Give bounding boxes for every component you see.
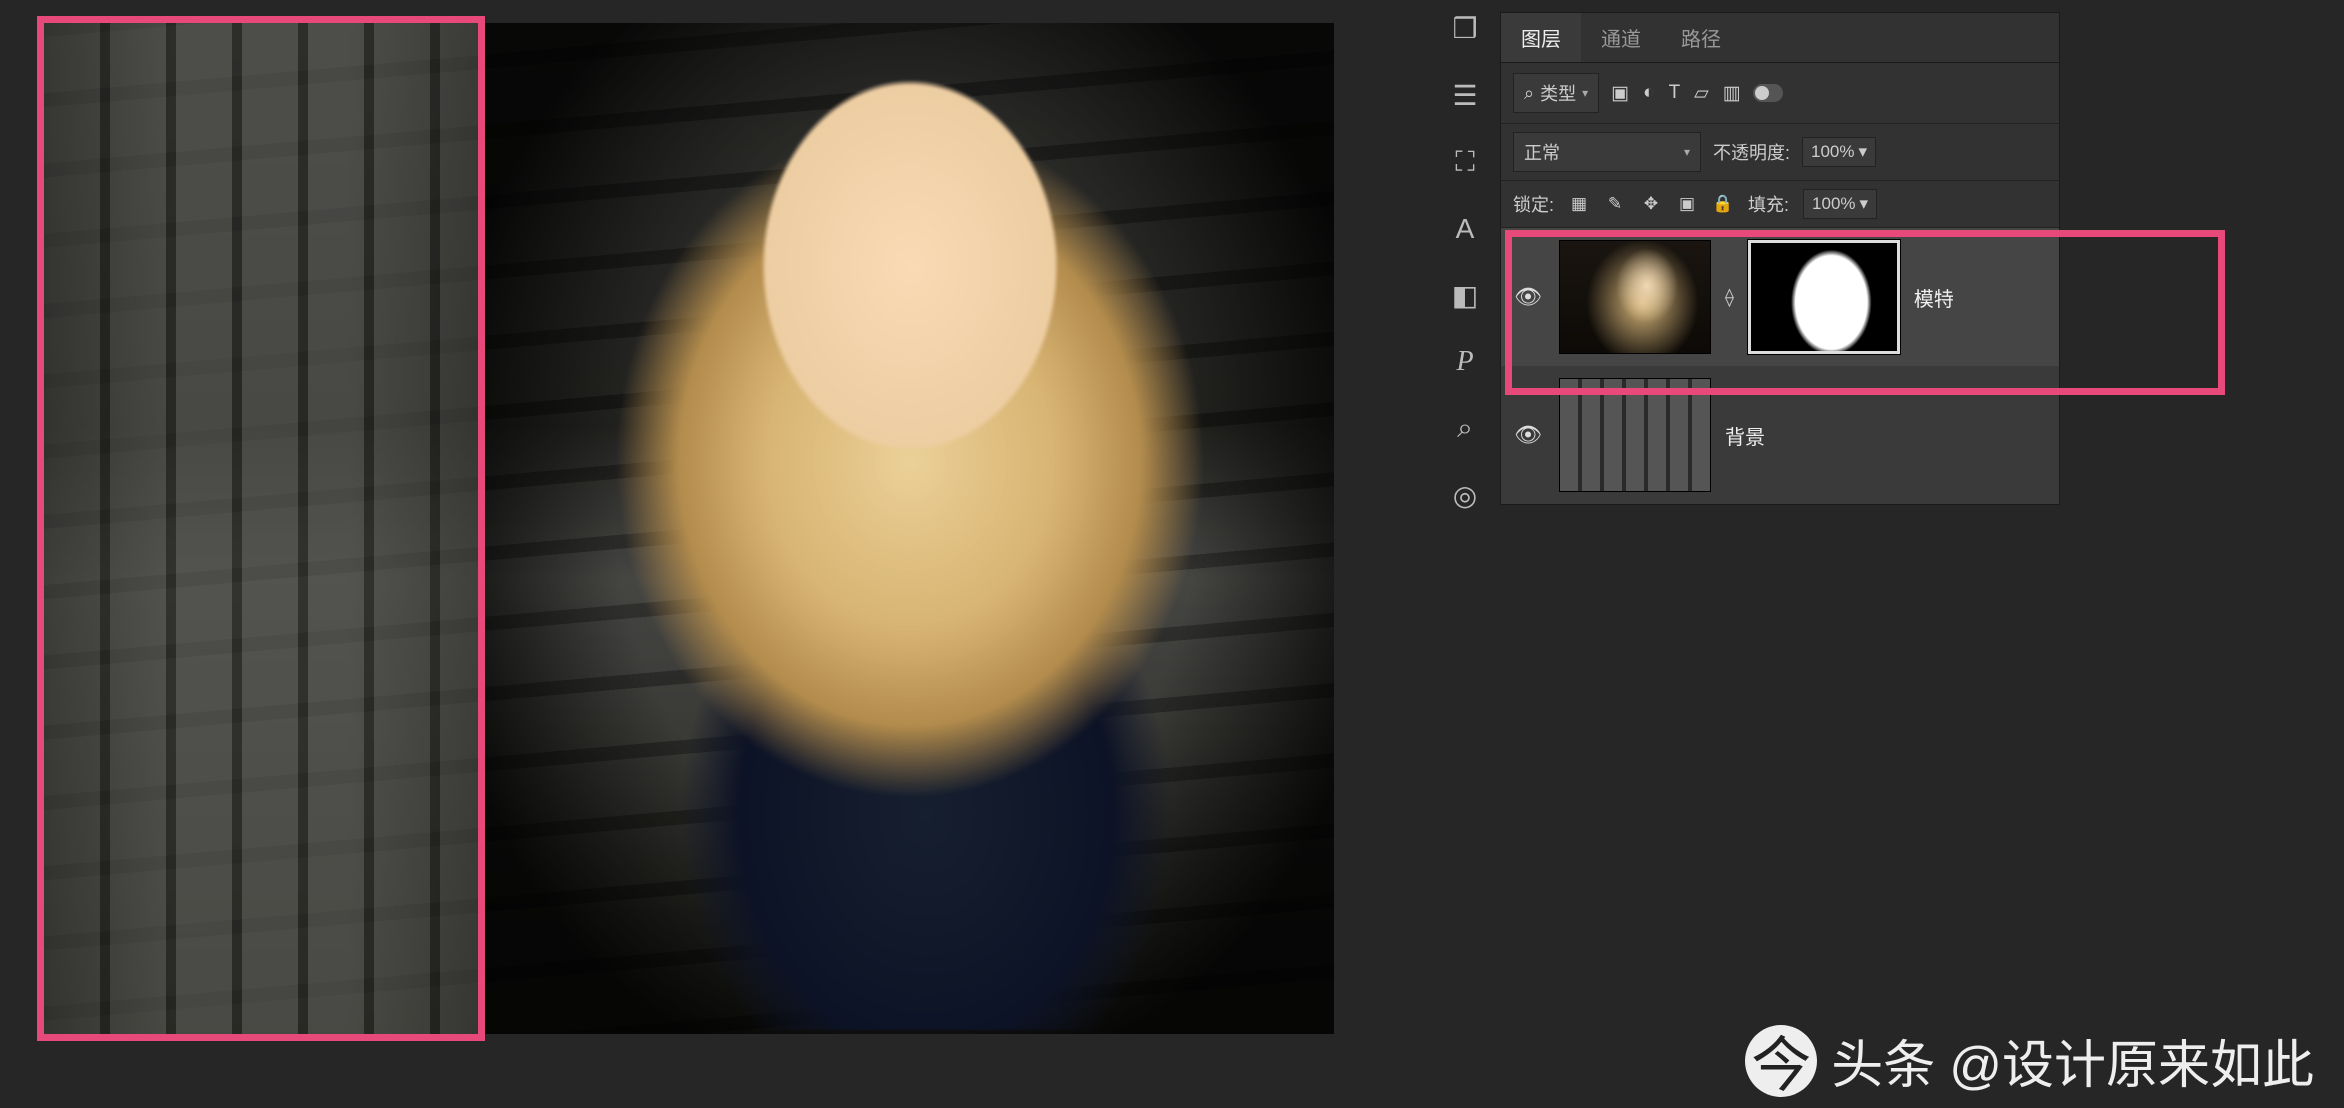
filter-icons: ▣ ◐ T ▱ ▥ — [1611, 82, 1741, 105]
layer-mask-thumbnail[interactable] — [1748, 240, 1900, 354]
filter-shape-icon[interactable]: ▱ — [1694, 82, 1709, 105]
blend-mode-dropdown[interactable]: 正常 ▾ — [1513, 132, 1701, 172]
mask-link-icon[interactable]: ⟠ — [1725, 287, 1734, 308]
watermark-logo-icon: 今 — [1745, 1025, 1817, 1097]
filter-pixel-icon[interactable]: ▣ — [1611, 82, 1629, 105]
layer-filter-row: ⌕ 类型 ▾ ▣ ◐ T ▱ ▥ — [1501, 63, 2059, 124]
cloud-icon[interactable]: ◎ — [1445, 479, 1485, 512]
lock-transparency-icon[interactable]: ▦ — [1568, 194, 1590, 214]
tab-layers[interactable]: 图层 — [1501, 13, 1581, 62]
chevron-down-icon: ▾ — [1582, 86, 1588, 100]
layer-thumbnail-background[interactable] — [1559, 378, 1711, 492]
opacity-value: 100% — [1811, 142, 1854, 162]
lock-move-icon[interactable]: ✥ — [1640, 194, 1662, 214]
filter-type-dropdown[interactable]: ⌕ 类型 ▾ — [1513, 73, 1599, 113]
visibility-eye-icon[interactable]: 👁 — [1511, 284, 1545, 310]
cube-icon[interactable]: ❒ — [1445, 12, 1485, 45]
layer-name[interactable]: 模特 — [1914, 283, 1954, 312]
fill-label: 填充: — [1748, 191, 1789, 217]
blend-mode-value: 正常 — [1524, 139, 1560, 165]
stamp-icon[interactable]: ⛶ — [1445, 146, 1485, 179]
fill-field[interactable]: 100% ▾ — [1803, 189, 1877, 219]
filter-label: 类型 — [1540, 80, 1576, 106]
filter-type-icon[interactable]: T — [1669, 82, 1681, 104]
type-a-icon[interactable]: A — [1445, 213, 1485, 245]
lock-artboard-icon[interactable]: ▣ — [1676, 194, 1698, 214]
opacity-label: 不透明度: — [1713, 139, 1790, 165]
canvas-area — [0, 0, 1400, 1108]
chevron-down-icon: ▾ — [1684, 145, 1690, 159]
watermark-brand: 头条 — [1831, 1023, 1935, 1098]
opacity-field[interactable]: 100% ▾ — [1802, 137, 1876, 167]
lock-brush-icon[interactable]: ✎ — [1604, 194, 1626, 214]
annotation-highlight-left — [37, 16, 485, 1041]
canvas-model-figure — [500, 50, 1320, 1030]
lock-label: 锁定: — [1513, 191, 1554, 217]
watermark-handle: @设计原来如此 — [1949, 1023, 2314, 1098]
layer-row-background[interactable]: 👁 背景 — [1501, 366, 2059, 504]
filter-smart-icon[interactable]: ▥ — [1723, 82, 1741, 105]
swatch-icon[interactable]: ◧ — [1445, 279, 1485, 312]
blend-row: 正常 ▾ 不透明度: 100% ▾ — [1501, 124, 2059, 181]
list-icon[interactable]: ☰ — [1445, 79, 1485, 112]
panel-tabs: 图层 通道 路径 — [1501, 13, 2059, 63]
search-icon: ⌕ — [1524, 83, 1534, 104]
vertical-tool-strip: ❒ ☰ ⛶ A ◧ P ⌕ ◎ — [1440, 12, 1490, 512]
filter-toggle[interactable] — [1753, 84, 1783, 102]
layers-panel: 图层 通道 路径 ⌕ 类型 ▾ ▣ ◐ T ▱ ▥ 正常 ▾ 不透明度: 100… — [1500, 12, 2060, 505]
visibility-eye-icon[interactable]: 👁 — [1511, 422, 1545, 448]
lock-row: 锁定: ▦ ✎ ✥ ▣ 🔒 填充: 100% ▾ — [1501, 181, 2059, 228]
magnify-icon[interactable]: ⌕ — [1445, 412, 1485, 445]
chevron-down-icon: ▾ — [1860, 194, 1869, 214]
chevron-down-icon: ▾ — [1859, 142, 1868, 162]
tab-paths[interactable]: 路径 — [1661, 13, 1741, 62]
watermark: 今 头条 @设计原来如此 — [1745, 1023, 2314, 1098]
layer-name[interactable]: 背景 — [1725, 421, 1765, 450]
script-p-icon[interactable]: P — [1445, 346, 1485, 378]
lock-all-icon[interactable]: 🔒 — [1712, 194, 1734, 214]
layers-list: 👁 ⟠ 模特 👁 背景 — [1501, 228, 2059, 504]
fill-value: 100% — [1812, 194, 1855, 214]
layer-thumbnail-model[interactable] — [1559, 240, 1711, 354]
tab-channels[interactable]: 通道 — [1581, 13, 1661, 62]
layer-row-model[interactable]: 👁 ⟠ 模特 — [1501, 228, 2059, 366]
filter-adjust-icon[interactable]: ◐ — [1643, 82, 1654, 104]
